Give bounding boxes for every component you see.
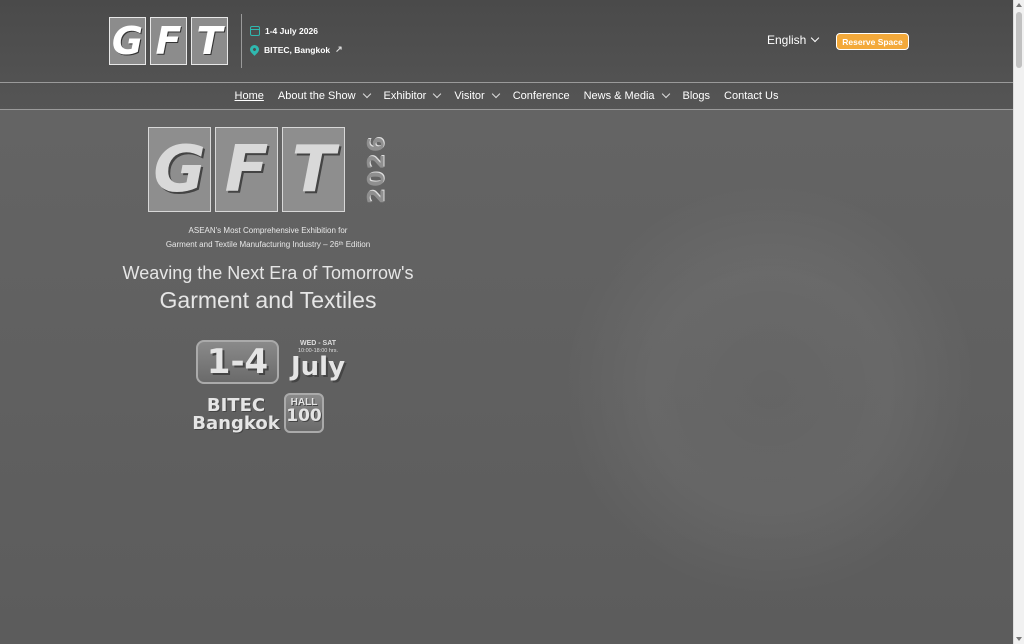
nav-label: Contact Us [724, 90, 779, 102]
language-label: English [767, 33, 807, 47]
event-venue-text[interactable]: BITEC, Bangkok [264, 45, 330, 55]
hero-tagline-2: Garment and Textile Manufacturing Indust… [165, 240, 371, 249]
hero-year: 2026 [364, 134, 390, 204]
main-nav: Home About the Show Exhibitor Visitor Co… [0, 82, 1013, 110]
nav-label: News & Media [583, 90, 655, 102]
chevron-down-icon [362, 89, 371, 99]
nav-item-exhibitor[interactable]: Exhibitor [377, 89, 448, 102]
nav-item-news-media[interactable]: News & Media [577, 89, 676, 102]
chevron-down-icon [491, 89, 500, 99]
nav-label: Blogs [682, 90, 711, 102]
logo-letter-t: T [191, 17, 228, 65]
event-venue-link[interactable]: BITEC, Bangkok ↗ [248, 43, 343, 56]
hero-letter-t: T [282, 127, 345, 212]
event-dates-badge: 1-4 [196, 340, 279, 384]
gft-logo[interactable]: G F T [109, 17, 228, 65]
logo-letter-g: G [109, 17, 146, 65]
hero-headline-1: Weaving the Next Era of Tomorrow's [122, 263, 414, 283]
chevron-down-icon [661, 89, 670, 99]
hero-logo: G F T [148, 127, 345, 212]
nav-item-blogs[interactable]: Blogs [676, 90, 718, 102]
nav-label: Conference [512, 90, 570, 102]
nav-item-visitor[interactable]: Visitor [447, 89, 505, 102]
header-divider [241, 14, 242, 68]
hall-number: 100 [286, 406, 322, 426]
external-link-icon: ↗ [335, 44, 343, 54]
hero-headline-2: Garment and Textiles [159, 287, 377, 313]
scrollbar-thumb[interactable] [1016, 12, 1022, 68]
chevron-down-icon [433, 89, 442, 99]
nav-label: Exhibitor [383, 90, 427, 102]
event-date: 1-4 July 2026 [250, 26, 318, 36]
location-pin-icon [248, 43, 261, 56]
scroll-down-arrow-icon[interactable] [1016, 637, 1022, 641]
background-decoration [560, 180, 980, 600]
nav-item-home[interactable]: Home [228, 90, 271, 102]
event-days: WED - SAT [299, 340, 337, 347]
site-header: G F T 1-4 July 2026 BITEC, Bangkok ↗ Eng… [0, 0, 1013, 82]
hero-tagline-1: ASEAN's Most Comprehensive Exhibition fo… [188, 226, 348, 235]
vertical-scrollbar[interactable] [1013, 0, 1024, 644]
page-background: G F T 1-4 July 2026 BITEC, Bangkok ↗ Eng… [0, 0, 1013, 644]
nav-item-about[interactable]: About the Show [271, 89, 377, 102]
event-month: July [290, 352, 346, 382]
hall-badge: HALL 100 [284, 393, 324, 433]
reserve-space-button[interactable]: Reserve Space [836, 33, 909, 50]
language-selector[interactable]: English [767, 33, 820, 47]
hero-letter-f: F [215, 127, 278, 212]
nav-label: About the Show [277, 90, 356, 102]
nav-item-contact[interactable]: Contact Us [717, 90, 785, 102]
logo-letter-f: F [150, 17, 187, 65]
nav-item-conference[interactable]: Conference [506, 90, 577, 102]
nav-label: Visitor [454, 90, 485, 102]
event-date-text: 1-4 July 2026 [265, 26, 318, 36]
scroll-up-arrow-icon[interactable] [1016, 3, 1022, 7]
chevron-down-icon [811, 33, 820, 43]
nav-label: Home [234, 90, 264, 102]
hero-letter-g: G [148, 127, 211, 212]
venue-city: Bangkok [192, 413, 280, 434]
calendar-icon [250, 26, 260, 36]
